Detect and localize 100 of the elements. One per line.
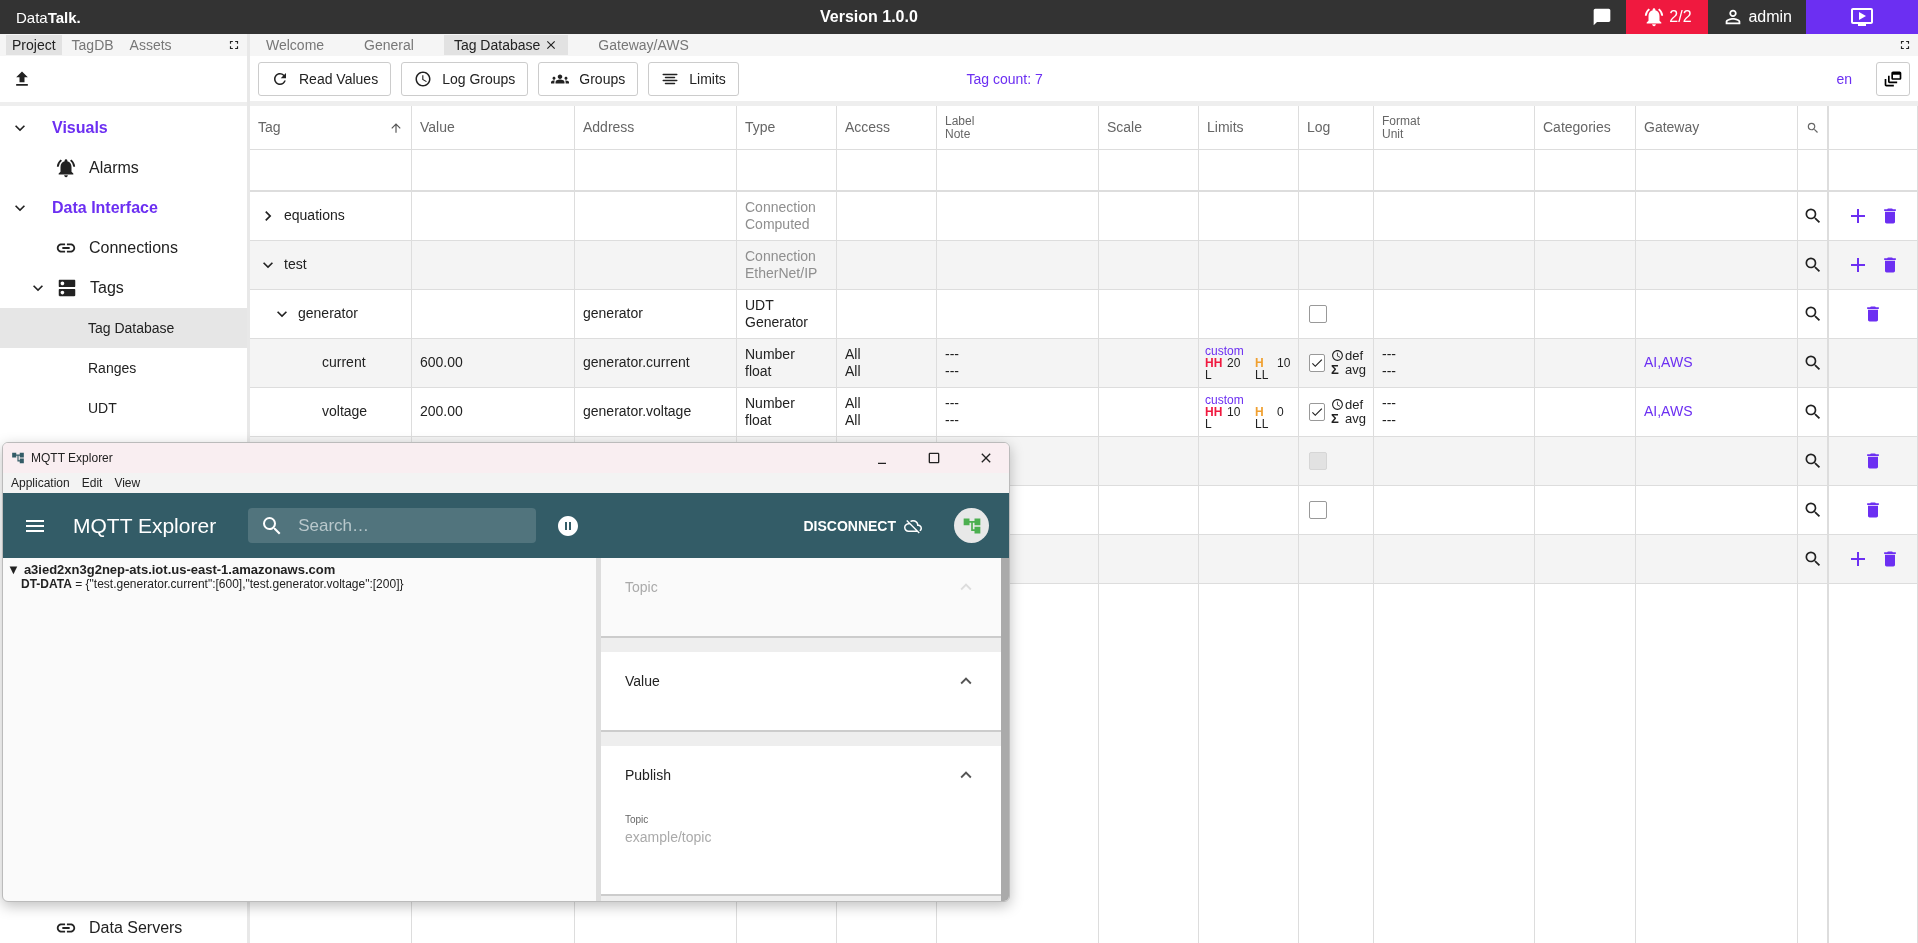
table-cell: 200.00 [420, 403, 463, 421]
chat-icon[interactable] [1592, 7, 1613, 27]
tab[interactable]: Welcome [256, 35, 335, 55]
column-header[interactable]: Scale [1107, 120, 1143, 135]
field-label: Topic [625, 814, 650, 825]
bell-icon [1643, 6, 1666, 28]
toolbar-button[interactable]: Log Groups [401, 61, 529, 96]
limit-label: LL [1255, 369, 1270, 381]
search-field[interactable]: Search… [296, 514, 517, 537]
nav-item[interactable]: UDT [0, 388, 247, 428]
log-checkbox[interactable] [1309, 305, 1327, 323]
presentation-button[interactable] [1806, 0, 1918, 34]
limit-value: 20 [1227, 356, 1241, 370]
alarm-button[interactable]: 2/2 [1626, 0, 1709, 34]
table-cell: --- --- [945, 345, 959, 381]
tag-name[interactable]: test [284, 256, 307, 274]
tag-name[interactable]: equations [284, 207, 345, 225]
panel-title[interactable]: Publish [625, 767, 671, 783]
log-mode: def [1345, 397, 1364, 412]
tab[interactable]: Gateway/AWS [588, 35, 699, 55]
toolbar-button[interactable]: Limits [648, 61, 739, 96]
clock-icon [414, 69, 433, 88]
menu-item[interactable]: View [114, 476, 141, 490]
tag-name[interactable]: current [322, 354, 366, 372]
check-icon [1310, 405, 1324, 419]
column-header[interactable]: Tag [258, 120, 281, 135]
topic-field[interactable]: example/topic [625, 825, 977, 849]
clock-icon [1331, 349, 1344, 363]
table-cell: 600.00 [420, 354, 463, 372]
menu-item[interactable]: Edit [81, 476, 103, 490]
column-header[interactable]: Label Note [945, 114, 975, 141]
gateway-link[interactable]: AI,AWS [1644, 403, 1693, 421]
log-aggregate: avg [1345, 412, 1366, 427]
tag-count: Tag count: 7 [966, 70, 1044, 87]
table-cell: --- --- [945, 394, 959, 430]
column-header[interactable]: Categories [1543, 120, 1611, 135]
tab[interactable]: Tag Database [443, 35, 569, 55]
nav-item[interactable]: Visuals [0, 108, 247, 148]
layout-button[interactable] [1876, 61, 1910, 96]
column-header[interactable]: Value [420, 120, 455, 135]
limit-label: H [1255, 357, 1265, 369]
log-aggregate: avg [1345, 363, 1366, 378]
check-icon [1310, 356, 1324, 370]
limit-preset: custom [1205, 345, 1245, 357]
tree-toggle[interactable]: ▼ [7, 562, 20, 577]
menu-item[interactable]: Application [11, 476, 70, 490]
panel-title[interactable]: Value [625, 673, 660, 689]
disconnect-button[interactable]: DISCONNECT [797, 515, 928, 536]
log-checkbox[interactable] [1309, 501, 1327, 519]
expand-icon[interactable] [1898, 38, 1912, 52]
limit-label: L [1205, 369, 1213, 381]
broker-host[interactable]: a3ied2xn3g2nep-ats.iot.us-east-1.amazonaws.com [23, 562, 336, 577]
column-header[interactable]: Limits [1207, 120, 1244, 135]
search-box[interactable]: Search… [248, 508, 537, 543]
column-header[interactable]: Gateway [1644, 120, 1700, 135]
expand-icon[interactable] [227, 38, 241, 52]
avatar[interactable] [954, 508, 989, 543]
sigma-symbol: Σ [1331, 363, 1340, 378]
toolbar-button[interactable]: Read Values [258, 61, 392, 96]
log-checkbox[interactable] [1309, 403, 1325, 421]
version-label: Version 1.0.0 [820, 8, 919, 26]
sidebar-tab[interactable]: Assets [123, 35, 178, 55]
table-cell: All All [845, 345, 861, 381]
sidebar-tab[interactable]: Project [6, 35, 62, 55]
toolbar-button[interactable]: Groups [538, 61, 639, 96]
column-header[interactable]: Format Unit [1382, 114, 1420, 141]
table-cell: --- --- [1382, 394, 1396, 430]
sidebar-tab[interactable]: TagDB [65, 35, 120, 55]
nav-item[interactable]: Alarms [0, 148, 247, 188]
tab[interactable]: General [354, 35, 424, 55]
sigma-symbol: Σ [1331, 412, 1340, 427]
log-mode: def [1345, 348, 1364, 363]
user-button[interactable]: admin [1708, 0, 1806, 34]
gateway-link[interactable]: AI,AWS [1644, 354, 1693, 372]
monitor-play-icon [1850, 5, 1874, 29]
nav-item[interactable]: Ranges [0, 348, 247, 388]
column-header[interactable]: Access [845, 120, 891, 135]
log-checkbox[interactable] [1309, 354, 1325, 372]
tag-name[interactable]: generator [298, 305, 358, 323]
table-cell: Number float [745, 394, 795, 430]
app-icon [11, 451, 25, 465]
logo: DataTalk. [15, 8, 82, 26]
nav-item[interactable]: Data Servers [0, 913, 247, 943]
nav-item[interactable]: Data Interface [0, 188, 247, 228]
column-header[interactable]: Log [1307, 120, 1331, 135]
limit-label: H [1255, 406, 1265, 418]
nav-item[interactable]: Connections [0, 228, 247, 268]
maximize-icon[interactable] [926, 450, 942, 466]
topic-line[interactable]: DT-DATA = {"test.generator.current":[600],"test.generator.voltage":[200]} [7, 577, 592, 591]
language-link[interactable]: en [1836, 70, 1852, 87]
window-title: MQTT Explorer [31, 451, 113, 465]
nav-item[interactable]: Tag Database [0, 308, 247, 348]
column-header[interactable]: Address [583, 120, 635, 135]
pause-icon[interactable] [556, 513, 581, 538]
limit-value: 10 [1227, 405, 1241, 419]
nav-item[interactable]: Tags [0, 268, 247, 308]
tag-name[interactable]: voltage [322, 403, 368, 421]
column-header[interactable]: Type [745, 120, 776, 135]
table-cell: Number float [745, 345, 795, 381]
clock-icon [1331, 398, 1344, 412]
